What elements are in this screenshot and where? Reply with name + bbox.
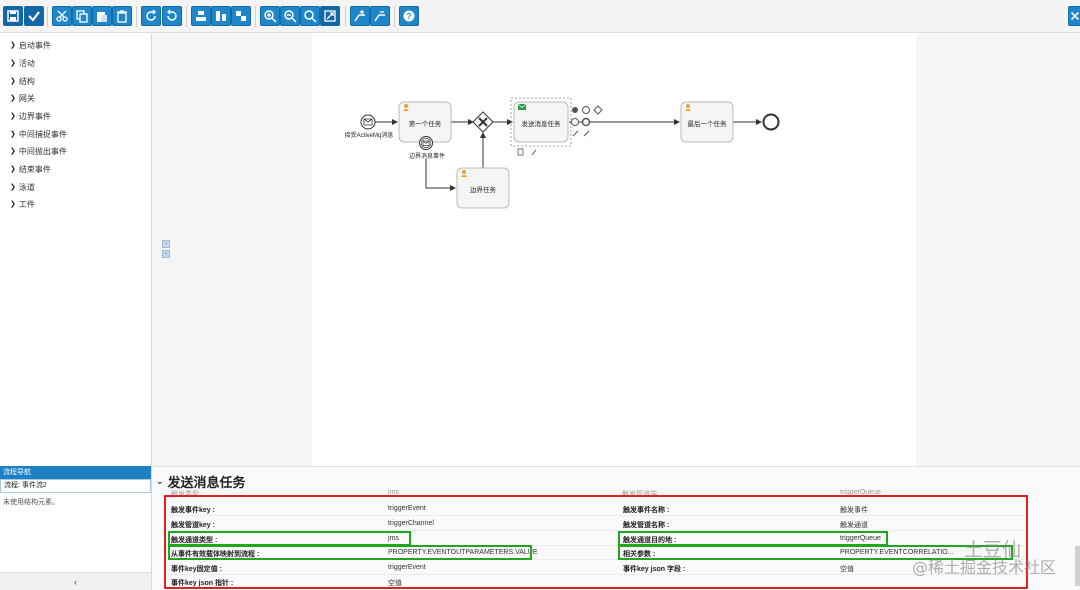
zoom-out-icon[interactable] [280, 6, 300, 26]
palette-item-activity[interactable]: ❯ 活动 [10, 57, 35, 69]
navigator-title: 流程导航 [0, 466, 151, 479]
end-event[interactable] [762, 113, 780, 131]
chevron-right-icon: ❯ [10, 184, 16, 191]
connector-shortcut-icon [572, 130, 579, 137]
toolbar: ? [0, 0, 1080, 33]
process-navigator: 流程导航 流程: 事件流2 未使用结构元素。 ‹ [0, 466, 152, 590]
bend-add-icon[interactable] [350, 6, 370, 26]
same-size-icon[interactable] [211, 6, 231, 26]
start-event-label: 接受ActiveMq消息 [344, 133, 394, 139]
palette-item-end-event[interactable]: ❯ 结束事件 [10, 163, 51, 175]
boundary-message-event[interactable] [419, 136, 433, 150]
gateway-shortcut-icon [593, 105, 603, 115]
canvas-gutter-left [152, 34, 312, 466]
exclusive-gateway[interactable] [472, 111, 494, 133]
chevron-right-icon: ❯ [10, 78, 16, 85]
highlight-payload-mapping [168, 545, 532, 560]
palette-item-swimlane[interactable]: ❯ 泳道 [10, 181, 35, 193]
chevron-right-icon: ❯ [10, 131, 16, 138]
task-last-label: 最后一个任务 [687, 121, 727, 128]
chevron-right-icon: ❯ [10, 95, 16, 102]
panel-toggle[interactable]: › ‹ [162, 240, 170, 258]
collapse-left-icon[interactable]: ‹ [162, 250, 170, 258]
navigator-note: 未使用结构元素。 [3, 499, 59, 506]
task-first-label: 第一个任务 [408, 121, 442, 128]
end-event-shortcut-icon [571, 118, 579, 126]
copy-icon[interactable] [72, 6, 92, 26]
boundary-event-label: 边界消息事件 [408, 154, 445, 160]
chevron-left-icon: ‹ [74, 577, 77, 587]
expand-right-icon[interactable]: › [162, 240, 170, 248]
watermark-site: @稀土掘金技术社区 [912, 558, 1057, 577]
event-shortcut-icon [582, 106, 590, 114]
align-icon[interactable] [191, 6, 211, 26]
same-width-icon[interactable] [231, 6, 251, 26]
shape-palette: ❯ 启动事件 ❯ 活动 ❯ 结构 ❯ 网关 ❯ 边界事件 ❯ 中间捕捉事件 ❯ 中间抛出事件 … [0, 34, 152, 466]
help-icon[interactable]: ? [399, 6, 419, 26]
delete-icon[interactable] [112, 6, 132, 26]
task-boundary-label: 边界任务 [470, 187, 496, 194]
process-diagram [360, 97, 780, 209]
svg-text:?: ? [407, 12, 412, 21]
save-icon[interactable] [3, 6, 23, 26]
canvas-gutter-right [916, 34, 1080, 466]
start-message-event[interactable] [360, 114, 376, 130]
zoom-fit-icon[interactable] [320, 6, 340, 26]
palette-item-gateway[interactable]: ❯ 网关 [10, 92, 35, 104]
check-icon[interactable] [24, 6, 44, 26]
association-shortcut-icon [583, 130, 590, 137]
chevron-right-icon: ❯ [10, 148, 16, 155]
wrench-icon [531, 149, 537, 156]
chevron-right-icon: ❯ [10, 166, 16, 173]
highlight-channel-type [168, 531, 411, 546]
palette-item-boundary-event[interactable]: ❯ 边界事件 [10, 110, 51, 122]
zoom-in-icon[interactable] [260, 6, 280, 26]
paste-icon[interactable] [92, 6, 112, 26]
navigator-collapse-button[interactable]: ‹ [0, 572, 151, 590]
redo-icon[interactable] [141, 6, 161, 26]
chevron-right-icon: ❯ [10, 201, 16, 208]
palette-item-structure[interactable]: ❯ 结构 [10, 75, 35, 87]
close-icon[interactable] [1068, 6, 1080, 26]
diagram-canvas[interactable]: 接受ActiveMq消息 第一个任务 边界消息事件 边界任务 发送消息任务 最后… [312, 34, 916, 466]
bend-remove-icon[interactable] [370, 6, 390, 26]
task-send-label: 发送消息任务 [521, 121, 561, 128]
highlight-channel-destination [618, 531, 888, 546]
chevron-down-icon: ⌄ [156, 476, 164, 486]
palette-item-catch-event[interactable]: ❯ 中间捕捉事件 [10, 128, 67, 140]
chevron-right-icon: ❯ [10, 113, 16, 120]
trash-icon [517, 148, 524, 156]
palette-item-throw-event[interactable]: ❯ 中间抛出事件 [10, 145, 67, 157]
properties-scrollbar[interactable] [1075, 546, 1080, 586]
cut-icon[interactable] [52, 6, 72, 26]
chevron-right-icon: ❯ [10, 42, 16, 49]
user-task-shortcut-icon [572, 107, 578, 113]
undo-icon[interactable] [162, 6, 182, 26]
flow-boundary-to-task [425, 159, 456, 191]
zoom-actual-icon[interactable] [300, 6, 320, 26]
palette-item-artifact[interactable]: ❯ 工件 [10, 198, 35, 210]
navigator-process-item[interactable]: 流程: 事件流2 [0, 479, 151, 493]
palette-item-start-event[interactable]: ❯ 启动事件 [10, 39, 51, 51]
intermediate-shortcut-icon [581, 117, 591, 127]
chevron-right-icon: ❯ [10, 60, 16, 67]
